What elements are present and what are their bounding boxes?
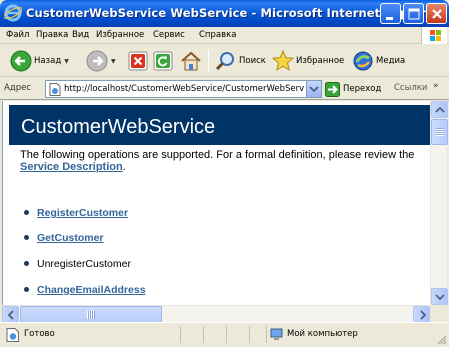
go-label: Переход [343, 84, 382, 94]
back-icon [10, 50, 32, 72]
grip-icon [87, 310, 95, 319]
operation-link-change-email-address[interactable]: ChangeEmailAddress [37, 284, 146, 296]
favorites-star-icon [272, 50, 294, 72]
minimize-button[interactable] [380, 3, 401, 24]
intro-text: The following operations are supported. … [20, 149, 415, 161]
scroll-down-button[interactable] [431, 288, 448, 305]
toolbar-separator [208, 50, 209, 72]
menu-help[interactable]: Справка [199, 30, 236, 40]
go-arrow-icon [325, 81, 340, 97]
menu-bar: Файл Правка Вид Избранное Сервис Справка [0, 27, 449, 44]
scroll-left-button[interactable] [2, 306, 19, 323]
horizontal-scrollbar[interactable] [2, 305, 430, 323]
favorites-label: Избранное [296, 56, 345, 66]
status-divider [249, 326, 250, 343]
grip-icon [435, 128, 444, 136]
list-item: ChangeEmailAddress [24, 284, 146, 296]
scrollbar-corner [430, 305, 447, 322]
windows-flag-icon [421, 27, 447, 44]
refresh-icon [153, 51, 173, 71]
address-input[interactable]: http://localhost/CustomerWebService/Cust… [45, 80, 322, 98]
chevron-down-icon [309, 86, 319, 93]
search-icon [215, 52, 234, 71]
vertical-scrollbar[interactable] [430, 101, 448, 305]
back-label: Назад [34, 56, 62, 66]
media-icon [353, 51, 373, 71]
intro-period: . [122, 161, 126, 173]
vertical-scroll-thumb[interactable] [431, 119, 448, 145]
ie-logo-icon [4, 4, 22, 22]
page-icon [49, 83, 61, 96]
page-content: CustomerWebService The following operati… [2, 101, 430, 305]
stop-icon [128, 51, 148, 71]
go-button[interactable]: Переход [325, 81, 381, 97]
links-label[interactable]: Ссылки [394, 83, 427, 93]
home-button[interactable] [180, 48, 202, 74]
operation-link-get-customer[interactable]: GetCustomer [37, 232, 104, 244]
maximize-button[interactable] [403, 3, 424, 24]
service-description-link[interactable]: Service Description [20, 161, 123, 173]
media-label: Медиа [376, 56, 406, 66]
links-chevron-icon[interactable]: » [433, 81, 439, 91]
forward-dropdown-icon[interactable]: ▼ [111, 58, 116, 65]
bullet-icon [24, 286, 29, 292]
media-button[interactable]: Медиа [352, 48, 405, 74]
minimize-icon [386, 17, 393, 20]
scroll-right-button[interactable] [413, 306, 430, 323]
search-button[interactable]: Поиск [215, 48, 266, 74]
close-icon [432, 9, 442, 19]
bullet-icon [24, 260, 29, 266]
scroll-up-button[interactable] [431, 101, 448, 118]
close-button[interactable] [426, 3, 447, 24]
back-button[interactable]: Назад ▼ [10, 48, 69, 74]
operation-link-register-customer[interactable]: RegisterCustomer [37, 207, 128, 219]
favorites-button[interactable]: Избранное [272, 48, 344, 74]
security-zone-text: Мой компьютер [287, 329, 358, 339]
maximize-icon [408, 8, 420, 20]
address-dropdown-button[interactable] [306, 81, 321, 97]
chevron-right-icon [420, 310, 427, 320]
stop-button[interactable] [128, 48, 148, 74]
search-label: Поиск [239, 56, 266, 66]
forward-button[interactable]: ▼ [86, 48, 116, 74]
menu-view[interactable]: Вид [72, 30, 89, 40]
chevron-down-icon [435, 294, 445, 301]
title-bar[interactable]: CustomerWebService WebService - Microsof… [0, 0, 449, 27]
status-bar: Готово Мой компьютер [0, 322, 449, 347]
window-title: CustomerWebService WebService - Microsof… [26, 6, 440, 20]
my-computer-icon [270, 328, 283, 340]
operation-unregister-customer: UnregisterCustomer [37, 258, 131, 270]
list-item: RegisterCustomer [24, 207, 128, 219]
resize-grip-icon[interactable] [437, 335, 447, 345]
status-text: Готово [24, 329, 55, 339]
home-icon [181, 51, 201, 71]
address-label: Адрес [4, 83, 31, 93]
status-divider [226, 326, 227, 343]
refresh-button[interactable] [153, 48, 173, 74]
horizontal-scroll-thumb[interactable] [20, 306, 162, 323]
intro-paragraph: The following operations are supported. … [20, 149, 430, 173]
chevron-up-icon [435, 106, 445, 113]
list-item: GetCustomer [24, 232, 104, 244]
bullet-icon [24, 209, 29, 215]
page-heading-band: CustomerWebService [9, 105, 430, 145]
standard-toolbar: Назад ▼ ▼ Поиск Избранное Медиа [0, 45, 449, 77]
chevron-left-icon [7, 310, 14, 320]
status-divider [203, 326, 204, 343]
page-title: CustomerWebService [21, 116, 216, 138]
bullet-icon [24, 234, 29, 240]
page-done-icon [6, 328, 19, 342]
back-dropdown-icon[interactable]: ▼ [64, 58, 69, 65]
status-divider [180, 326, 181, 343]
forward-icon [86, 50, 108, 72]
address-bar: Адрес http://localhost/CustomerWebServic… [0, 78, 449, 100]
list-item: UnregisterCustomer [24, 258, 131, 270]
address-url: http://localhost/CustomerWebService/Cust… [64, 84, 304, 94]
menu-favorites[interactable]: Избранное [96, 30, 144, 40]
status-divider [266, 326, 267, 343]
menu-file[interactable]: Файл [6, 30, 29, 40]
menu-edit[interactable]: Правка [36, 30, 68, 40]
menu-tools[interactable]: Сервис [153, 30, 185, 40]
